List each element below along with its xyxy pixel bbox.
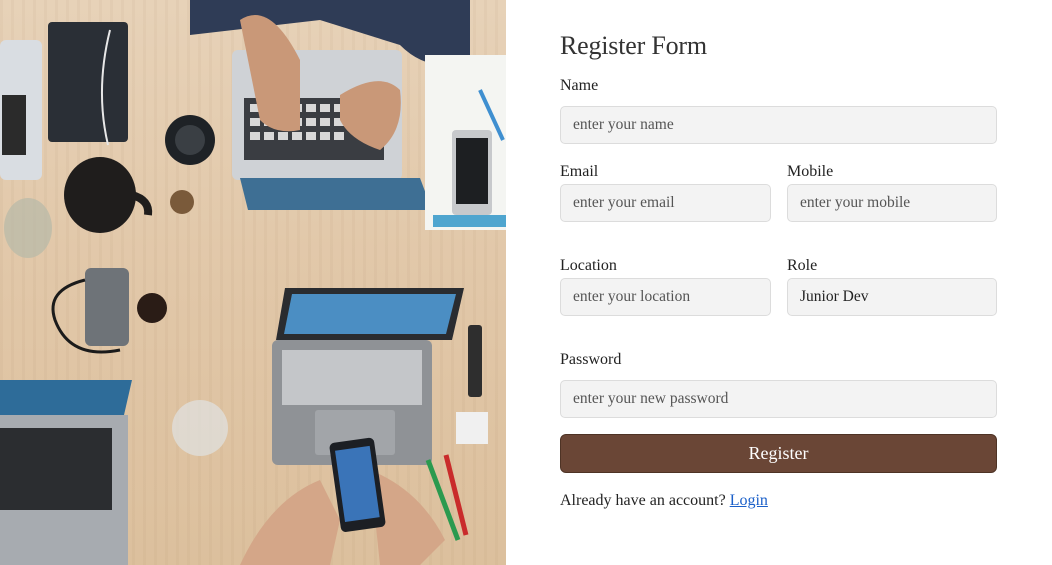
password-label: Password	[560, 351, 622, 368]
name-label: Name	[560, 77, 599, 94]
marker	[468, 325, 482, 397]
location-label: Location	[560, 257, 617, 274]
small-cup	[170, 190, 194, 214]
name-input[interactable]	[560, 106, 997, 144]
hand-phone-left	[240, 480, 340, 565]
teapot	[64, 157, 136, 233]
workspace-illustration	[0, 0, 506, 565]
laptop-keys	[2, 95, 26, 155]
hard-drive	[85, 268, 129, 346]
email-input[interactable]	[560, 184, 771, 222]
login-prompt-text: Already have an account?	[560, 492, 726, 509]
mobile-label: Mobile	[787, 163, 834, 180]
glass-jar	[4, 198, 52, 258]
top-laptop-screen	[240, 178, 432, 210]
water-glass	[172, 400, 228, 456]
sticky-note	[456, 412, 488, 444]
role-input[interactable]	[787, 278, 997, 316]
workspace-photo	[0, 0, 506, 565]
location-input[interactable]	[560, 278, 771, 316]
email-label: Email	[560, 163, 599, 180]
mobile-input[interactable]	[787, 184, 997, 222]
form-title: Register Form	[560, 31, 707, 60]
register-form: Register Form Name Email Mobile Location…	[560, 0, 997, 565]
role-label: Role	[787, 257, 818, 274]
login-prompt: Already have an account? Login	[560, 492, 768, 510]
notebook	[48, 22, 128, 142]
left-laptop-screen	[0, 380, 132, 415]
login-link[interactable]: Login	[730, 492, 768, 509]
register-button[interactable]: Register	[560, 434, 997, 473]
password-input[interactable]	[560, 380, 997, 418]
coaster	[137, 293, 167, 323]
